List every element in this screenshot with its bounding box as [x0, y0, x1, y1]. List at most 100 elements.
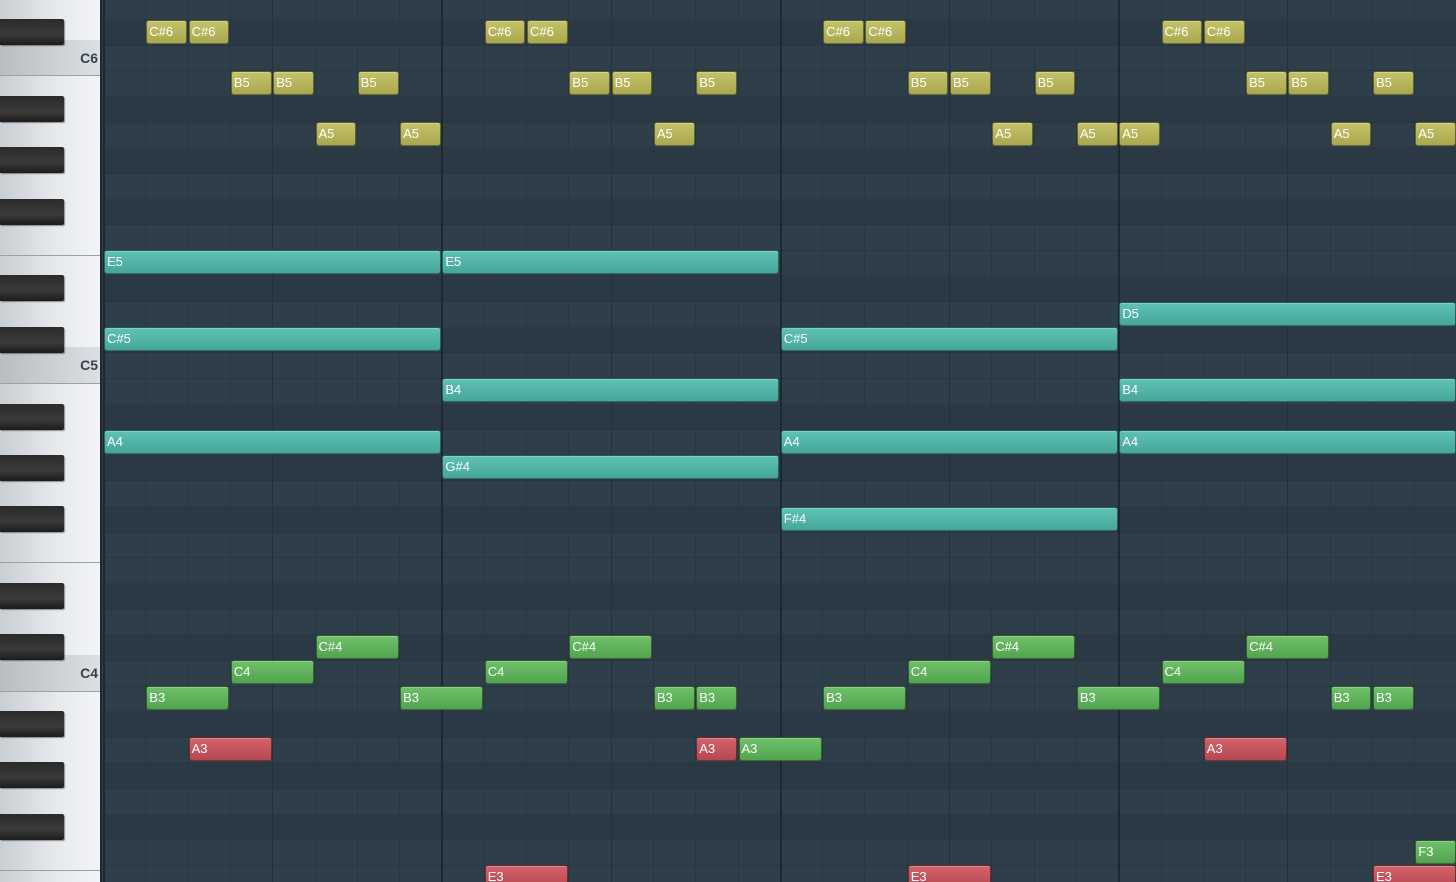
- grid-row-black: [102, 403, 1456, 430]
- octave-label: C6: [80, 49, 98, 66]
- c-key[interactable]: C6: [0, 39, 100, 76]
- black-key[interactable]: [0, 198, 64, 225]
- note-d5[interactable]: D5: [1119, 301, 1456, 326]
- white-key-separator: [0, 562, 100, 564]
- note-a5[interactable]: A5: [1330, 122, 1372, 147]
- note-a3[interactable]: A3: [1203, 737, 1287, 762]
- note-a5[interactable]: A5: [400, 122, 441, 147]
- note-b3[interactable]: B3: [1330, 686, 1372, 710]
- black-key[interactable]: [0, 147, 64, 174]
- black-key[interactable]: [0, 762, 64, 789]
- note-fsharp4[interactable]: F#4: [780, 506, 1118, 531]
- black-key[interactable]: [0, 275, 64, 302]
- note-b5[interactable]: B5: [907, 70, 949, 95]
- grid-row-line: [102, 173, 1456, 174]
- grid-row-line: [102, 788, 1456, 789]
- note-b5[interactable]: B5: [1246, 70, 1287, 95]
- note-grid[interactable]: C#6 C#6 C#6 C#6 C#6 C#6 C#6 C#6 B5 B5 B5 B5 B5 B5 B5 B5…: [102, 0, 1456, 882]
- note-e5[interactable]: E5: [104, 250, 441, 275]
- note-b5[interactable]: B5: [611, 70, 653, 95]
- octave-label: C4: [80, 664, 98, 681]
- note-a3[interactable]: A3: [188, 737, 272, 762]
- note-a5[interactable]: A5: [653, 122, 695, 147]
- note-c4[interactable]: C4: [484, 660, 568, 685]
- grid-row-line: [102, 352, 1456, 353]
- note-e3[interactable]: E3: [907, 865, 991, 882]
- note-csharp6[interactable]: C#6: [527, 19, 568, 44]
- black-key[interactable]: [0, 96, 64, 123]
- black-key[interactable]: [0, 326, 64, 353]
- grid-row-black: [102, 198, 1456, 225]
- note-b4[interactable]: B4: [442, 378, 780, 403]
- note-b3[interactable]: B3: [146, 686, 230, 710]
- grid-row-black: [102, 147, 1456, 173]
- note-b3[interactable]: B3: [653, 686, 695, 710]
- black-key[interactable]: [0, 711, 64, 738]
- note-b5[interactable]: B5: [1288, 70, 1330, 95]
- piano-keyboard[interactable]: C6 C5 C4: [0, 0, 102, 882]
- note-a3[interactable]: A3: [738, 737, 822, 762]
- black-key[interactable]: [0, 403, 64, 430]
- black-key[interactable]: [0, 506, 64, 533]
- note-b3[interactable]: B3: [1076, 686, 1160, 710]
- note-b5[interactable]: B5: [230, 70, 272, 95]
- note-csharp6[interactable]: C#6: [1161, 19, 1203, 44]
- note-gsharp4[interactable]: G#4: [442, 455, 780, 480]
- grid-row-black: [102, 19, 1456, 45]
- note-csharp6[interactable]: C#6: [1203, 19, 1245, 44]
- note-csharp6[interactable]: C#6: [823, 19, 864, 44]
- note-a5[interactable]: A5: [1076, 122, 1118, 147]
- note-c4[interactable]: C4: [1161, 660, 1245, 685]
- note-a4[interactable]: A4: [780, 429, 1118, 454]
- grid-row-black: [102, 711, 1456, 737]
- grid-row-black: [102, 762, 1456, 789]
- grid-row-line: [102, 839, 1456, 840]
- note-a5[interactable]: A5: [1415, 122, 1456, 147]
- note-b3[interactable]: B3: [1373, 686, 1414, 710]
- note-e3[interactable]: E3: [484, 865, 568, 882]
- white-key-separator: [0, 75, 100, 77]
- note-b3[interactable]: B3: [696, 686, 737, 710]
- note-b5[interactable]: B5: [1034, 70, 1076, 95]
- black-key[interactable]: [0, 634, 64, 661]
- note-a4[interactable]: A4: [1119, 429, 1456, 454]
- note-a4[interactable]: A4: [104, 429, 441, 454]
- note-csharp5[interactable]: C#5: [104, 327, 441, 352]
- note-c4[interactable]: C4: [907, 660, 991, 685]
- note-b4[interactable]: B4: [1119, 378, 1456, 403]
- note-b5[interactable]: B5: [1373, 70, 1414, 95]
- note-b5[interactable]: B5: [357, 70, 399, 95]
- note-a5[interactable]: A5: [315, 122, 357, 147]
- note-csharp5[interactable]: C#5: [780, 327, 1118, 352]
- note-b5[interactable]: B5: [950, 70, 991, 95]
- note-e3[interactable]: E3: [1373, 865, 1456, 882]
- note-b5[interactable]: B5: [696, 70, 737, 95]
- note-a3[interactable]: A3: [696, 737, 737, 762]
- note-b3[interactable]: B3: [400, 686, 484, 710]
- note-f3[interactable]: F3: [1415, 839, 1456, 864]
- note-e5[interactable]: E5: [442, 250, 780, 275]
- note-b5[interactable]: B5: [273, 70, 314, 95]
- note-b3[interactable]: B3: [823, 686, 907, 710]
- grid-row-line: [102, 480, 1456, 481]
- note-csharp4[interactable]: C#4: [992, 634, 1076, 659]
- note-csharp4[interactable]: C#4: [1246, 634, 1330, 659]
- bar-line: [441, 0, 443, 882]
- note-csharp6[interactable]: C#6: [484, 19, 526, 44]
- black-key[interactable]: [0, 582, 64, 609]
- note-csharp6[interactable]: C#6: [865, 19, 907, 44]
- note-c4[interactable]: C4: [230, 660, 314, 685]
- note-csharp6[interactable]: C#6: [146, 19, 188, 44]
- note-csharp4[interactable]: C#4: [315, 634, 399, 659]
- note-a5[interactable]: A5: [1119, 122, 1160, 147]
- note-csharp6[interactable]: C#6: [188, 19, 230, 44]
- note-a5[interactable]: A5: [992, 122, 1034, 147]
- black-key[interactable]: [0, 813, 64, 840]
- white-key-separator: [0, 382, 100, 384]
- c-key[interactable]: C4: [0, 654, 100, 691]
- note-b5[interactable]: B5: [569, 70, 611, 95]
- note-csharp4[interactable]: C#4: [569, 634, 653, 659]
- black-key[interactable]: [0, 454, 64, 481]
- black-key[interactable]: [0, 19, 64, 46]
- c-key[interactable]: C5: [0, 347, 100, 384]
